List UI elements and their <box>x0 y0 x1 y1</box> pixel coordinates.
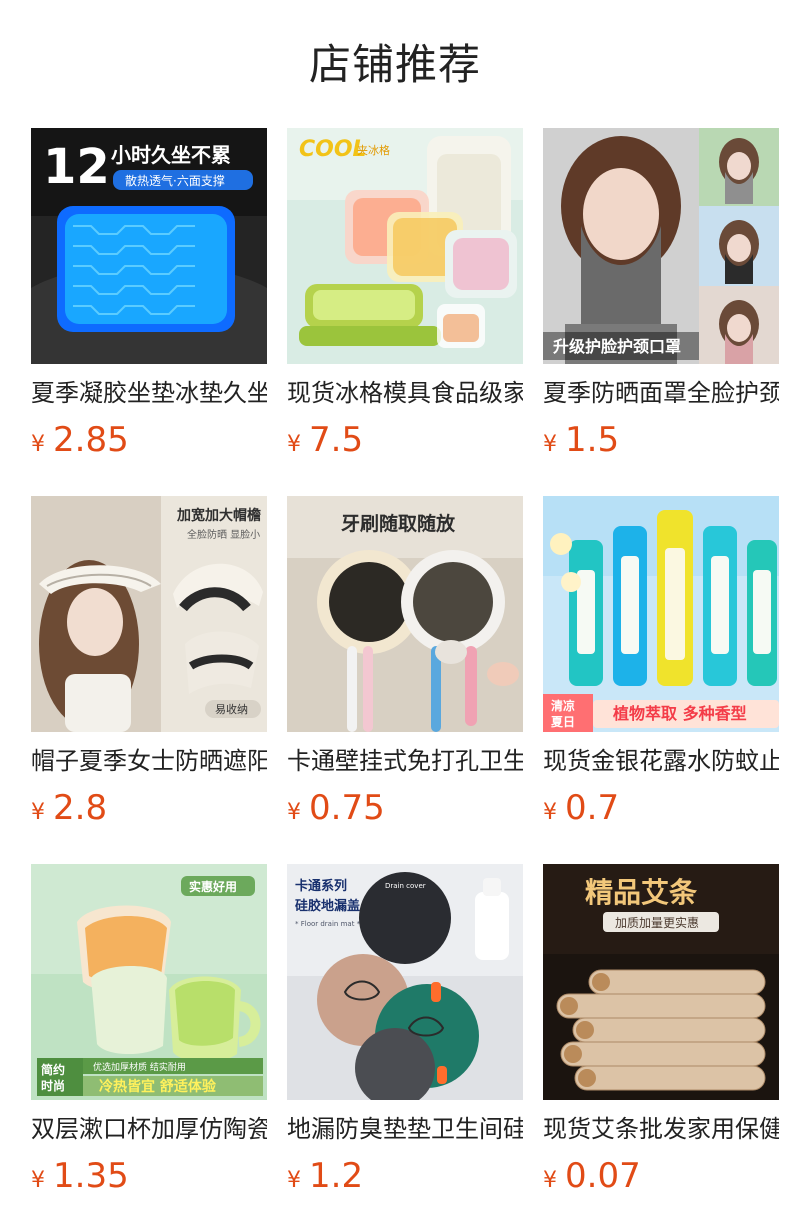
svg-text:夏日: 夏日 <box>551 715 575 729</box>
price-amount: 2.8 <box>53 788 108 826</box>
price-amount: 1.2 <box>309 1156 364 1194</box>
product-image[interactable]: 12 小时久坐不累 散热透气·六面支撑 <box>31 128 267 364</box>
price-amount: 7.5 <box>309 420 364 458</box>
svg-text:优选加厚材质 结实耐用: 优选加厚材质 结实耐用 <box>93 1061 186 1073</box>
currency-symbol: ¥ <box>287 1168 301 1193</box>
product-image[interactable]: 牙刷随取随放 <box>287 496 523 732</box>
product-name[interactable]: 现货金银花露水防蚊止痒 <box>543 743 779 783</box>
ice-mold-image: COOL 夹冰格 <box>287 128 523 364</box>
svg-text:夹冰格: 夹冰格 <box>357 143 390 157</box>
price-amount: 0.7 <box>565 788 620 826</box>
price-amount: 2.85 <box>53 420 129 458</box>
toothbrush-holder-image: 牙刷随取随放 <box>287 496 523 732</box>
svg-text:全脸防晒 显脸小: 全脸防晒 显脸小 <box>187 528 260 541</box>
price-amount: 1.35 <box>53 1156 129 1194</box>
svg-text:时尚: 时尚 <box>41 1078 65 1093</box>
price-amount: 0.07 <box>565 1156 641 1194</box>
product-image[interactable]: 加宽加大帽檐 全脸防晒 显脸小 易收纳 <box>31 496 267 732</box>
svg-text:小时久坐不累: 小时久坐不累 <box>111 143 231 167</box>
svg-text:Drain cover: Drain cover <box>385 882 426 890</box>
svg-text:加宽加大帽檐: 加宽加大帽檐 <box>176 507 261 524</box>
svg-text:精品艾条: 精品艾条 <box>585 876 697 909</box>
gel-seat-cushion-image: 12 小时久坐不累 散热透气·六面支撑 <box>31 128 267 364</box>
svg-text:12: 12 <box>43 139 110 195</box>
product-name[interactable]: 地漏防臭垫垫卫生间硅胶 <box>287 1111 523 1151</box>
svg-text:加质加量更实惠: 加质加量更实惠 <box>615 915 699 930</box>
product-image[interactable]: COOL 夹冰格 <box>287 128 523 364</box>
currency-symbol: ¥ <box>543 432 557 457</box>
currency-symbol: ¥ <box>31 800 45 825</box>
product-price: ¥2.8 <box>31 787 267 826</box>
product-price: ¥0.75 <box>287 787 523 826</box>
svg-text:实惠好用: 实惠好用 <box>189 879 237 894</box>
svg-text:易收纳: 易收纳 <box>215 702 248 716</box>
currency-symbol: ¥ <box>31 432 45 457</box>
product-price: ¥1.5 <box>543 419 779 458</box>
product-price: ¥0.7 <box>543 787 779 826</box>
product-name[interactable]: 现货艾条批发家用保健 <box>543 1111 779 1151</box>
currency-symbol: ¥ <box>31 1168 45 1193</box>
currency-symbol: ¥ <box>543 800 557 825</box>
product-card[interactable]: 12 小时久坐不累 散热透气·六面支撑 夏季凝胶坐垫冰垫久坐 ¥ 2.85 <box>31 128 267 458</box>
product-name[interactable]: 夏季防晒面罩全脸护颈 <box>543 375 779 415</box>
toilet-water-image: 清凉 夏日 植物萃取 多种香型 <box>543 496 779 732</box>
price-amount: 0.75 <box>309 788 385 826</box>
product-image[interactable]: 升级护脸护颈口罩 <box>543 128 779 364</box>
product-card[interactable]: 牙刷随取随放 卡通壁挂式免打孔卫生间 ¥0.75 <box>287 496 523 826</box>
product-price: ¥0.07 <box>543 1155 779 1194</box>
page-title: 店铺推荐 <box>308 40 481 89</box>
product-name[interactable]: 现货冰格模具食品级家用 <box>287 375 523 415</box>
svg-text:硅胶地漏盖: 硅胶地漏盖 <box>295 898 360 914</box>
sun-hat-image: 加宽加大帽檐 全脸防晒 显脸小 易收纳 <box>31 496 267 732</box>
product-card[interactable]: 清凉 夏日 植物萃取 多种香型 现货金银花露水防蚊止痒 ¥0.7 <box>543 496 779 826</box>
product-name[interactable]: 帽子夏季女士防晒遮阳帽 <box>31 743 267 783</box>
product-price: ¥1.35 <box>31 1155 267 1194</box>
svg-text:清凉: 清凉 <box>551 698 575 713</box>
product-name[interactable]: 卡通壁挂式免打孔卫生间 <box>287 743 523 783</box>
svg-text:牙刷随取随放: 牙刷随取随放 <box>341 512 456 535</box>
product-name[interactable]: 夏季凝胶坐垫冰垫久坐 <box>31 375 267 415</box>
product-image[interactable]: 实惠好用 简约 时尚 优选加厚材质 结实耐用 冷热皆宜 舒适体验 <box>31 864 267 1100</box>
currency-symbol: ¥ <box>543 1168 557 1193</box>
product-price: ¥1.2 <box>287 1155 523 1194</box>
svg-text:植物萃取 多种香型: 植物萃取 多种香型 <box>612 704 747 723</box>
svg-text:散热透气·六面支撑: 散热透气·六面支撑 <box>125 173 225 188</box>
store-recommend-page: 店铺推荐 12 小时久坐不累 散热透气·六面支撑 夏季凝胶坐垫冰垫久坐 ¥ 2.… <box>0 0 790 1232</box>
svg-text:卡通系列: 卡通系列 <box>295 878 347 894</box>
moxa-stick-image: 精品艾条 加质加量更实惠 <box>543 864 779 1100</box>
svg-text:冷热皆宜 舒适体验: 冷热皆宜 舒适体验 <box>99 1078 217 1095</box>
face-mask-image: 升级护脸护颈口罩 <box>543 128 779 364</box>
product-card[interactable]: 精品艾条 加质加量更实惠 现货艾条批发家用保健 ¥ 0.07 <box>543 864 779 1194</box>
svg-text:升级护脸护颈口罩: 升级护脸护颈口罩 <box>553 337 681 356</box>
product-card[interactable]: 实惠好用 简约 时尚 优选加厚材质 结实耐用 冷热皆宜 舒适体验 双层漱口杯加厚… <box>31 864 267 1194</box>
product-price: ¥7.5 <box>287 419 523 458</box>
mouthwash-cup-image: 实惠好用 简约 时尚 优选加厚材质 结实耐用 冷热皆宜 舒适体验 <box>31 864 267 1100</box>
product-card[interactable]: 加宽加大帽檐 全脸防晒 显脸小 易收纳 帽子夏季女士防晒遮阳帽 ¥2.8 <box>31 496 267 826</box>
drain-cover-image: 卡通系列 硅胶地漏盖 * Floor drain mat * Drain cov… <box>287 864 523 1100</box>
product-name[interactable]: 双层漱口杯加厚仿陶瓷 <box>31 1111 267 1151</box>
product-image[interactable]: 卡通系列 硅胶地漏盖 * Floor drain mat * Drain cov… <box>287 864 523 1100</box>
product-card[interactable]: 卡通系列 硅胶地漏盖 * Floor drain mat * Drain cov… <box>287 864 523 1194</box>
svg-text:简约: 简约 <box>41 1062 65 1077</box>
currency-symbol: ¥ <box>287 432 301 457</box>
product-image[interactable]: 清凉 夏日 植物萃取 多种香型 <box>543 496 779 732</box>
svg-text:* Floor drain mat *: * Floor drain mat * <box>295 920 361 928</box>
product-price: ¥2.85 <box>31 419 267 458</box>
product-card[interactable]: COOL 夹冰格 现货冰格模具食品级家用 ¥7.5 <box>287 128 523 458</box>
price-amount: 1.5 <box>565 420 620 458</box>
currency-symbol: ¥ <box>287 800 301 825</box>
product-image[interactable]: 精品艾条 加质加量更实惠 <box>543 864 779 1100</box>
product-card[interactable]: 升级护脸护颈口罩 夏季防晒面罩全脸护颈 ¥1.5 <box>543 128 779 458</box>
